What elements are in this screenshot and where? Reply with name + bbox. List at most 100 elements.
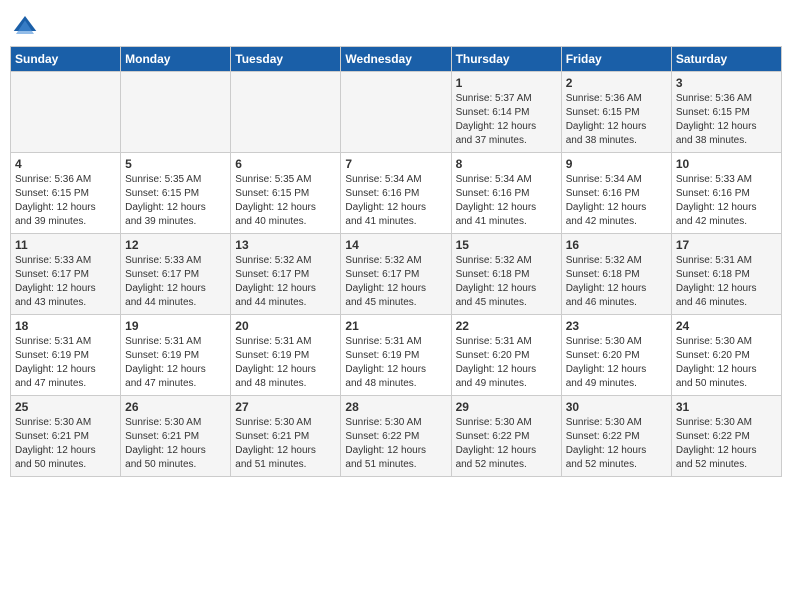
day-number: 30 [566, 400, 667, 414]
page-header [10, 10, 782, 40]
calendar-cell: 8Sunrise: 5:34 AM Sunset: 6:16 PM Daylig… [451, 153, 561, 234]
calendar-cell: 28 Sunrise: 5:30 AM Sunset: 6:22 PM Dayli… [341, 396, 451, 477]
calendar-cell [341, 72, 451, 153]
day-info: Sunrise: 5:30 AM Sunset: 6:22 PM Dayligh… [456, 416, 557, 472]
calendar-cell: 17 Sunrise: 5:31 AM Sunset: 6:18 PM Dayli… [671, 234, 781, 315]
calendar-cell: 9 Sunrise: 5:34 AM Sunset: 6:16 PM Daylig… [561, 153, 671, 234]
calendar-cell: 3 Sunrise: 5:36 AM Sunset: 6:15 PM Daylig… [671, 72, 781, 153]
calendar-cell: 14 Sunrise: 5:32 AM Sunset: 6:17 PM Dayli… [341, 234, 451, 315]
day-number: 5 [125, 157, 226, 171]
day-info: Sunrise: 5:34 AM Sunset: 6:16 PM Dayligh… [345, 173, 446, 229]
day-info: Sunrise: 5:31 AM Sunset: 6:19 PM Dayligh… [235, 335, 336, 391]
day-info: Sunrise: 5:33 AM Sunset: 6:17 PM Dayligh… [15, 254, 116, 310]
calendar-week-row: 11 Sunrise: 5:33 AM Sunset: 6:17 PM Dayli… [11, 234, 782, 315]
day-info: Sunrise: 5:33 AM Sunset: 6:17 PM Dayligh… [125, 254, 226, 310]
calendar-cell [11, 72, 121, 153]
calendar-cell: 16Sunrise: 5:32 AM Sunset: 6:18 PM Dayli… [561, 234, 671, 315]
column-header-thursday: Thursday [451, 47, 561, 72]
calendar-cell [231, 72, 341, 153]
calendar-cell: 26 Sunrise: 5:30 AM Sunset: 6:21 PM Dayli… [121, 396, 231, 477]
column-header-friday: Friday [561, 47, 671, 72]
day-number: 3 [676, 76, 777, 90]
day-info: Sunrise: 5:33 AM Sunset: 6:16 PM Dayligh… [676, 173, 777, 229]
day-number: 4 [15, 157, 116, 171]
day-info: Sunrise: 5:32 AM Sunset: 6:18 PM Dayligh… [456, 254, 557, 310]
day-number: 1 [456, 76, 557, 90]
calendar-cell: 31 Sunrise: 5:30 AM Sunset: 6:22 PM Dayli… [671, 396, 781, 477]
calendar-cell: 27 Sunrise: 5:30 AM Sunset: 6:21 PM Dayli… [231, 396, 341, 477]
day-info: Sunrise: 5:37 AM Sunset: 6:14 PM Dayligh… [456, 92, 557, 148]
calendar-cell: 19Sunrise: 5:31 AM Sunset: 6:19 PM Dayli… [121, 315, 231, 396]
day-info: Sunrise: 5:30 AM Sunset: 6:22 PM Dayligh… [676, 416, 777, 472]
calendar-cell: 5 Sunrise: 5:35 AM Sunset: 6:15 PM Daylig… [121, 153, 231, 234]
day-number: 22 [456, 319, 557, 333]
day-number: 17 [676, 238, 777, 252]
column-header-saturday: Saturday [671, 47, 781, 72]
day-info: Sunrise: 5:31 AM Sunset: 6:19 PM Dayligh… [345, 335, 446, 391]
day-number: 2 [566, 76, 667, 90]
day-info: Sunrise: 5:32 AM Sunset: 6:17 PM Dayligh… [345, 254, 446, 310]
day-number: 26 [125, 400, 226, 414]
calendar-week-row: 25Sunrise: 5:30 AM Sunset: 6:21 PM Dayli… [11, 396, 782, 477]
day-number: 15 [456, 238, 557, 252]
day-info: Sunrise: 5:36 AM Sunset: 6:15 PM Dayligh… [566, 92, 667, 148]
day-number: 21 [345, 319, 446, 333]
calendar-cell: 25Sunrise: 5:30 AM Sunset: 6:21 PM Dayli… [11, 396, 121, 477]
calendar-cell: 10 Sunrise: 5:33 AM Sunset: 6:16 PM Dayli… [671, 153, 781, 234]
day-info: Sunrise: 5:32 AM Sunset: 6:17 PM Dayligh… [235, 254, 336, 310]
day-info: Sunrise: 5:30 AM Sunset: 6:21 PM Dayligh… [15, 416, 116, 472]
calendar-cell: 13 Sunrise: 5:32 AM Sunset: 6:17 PM Dayli… [231, 234, 341, 315]
column-header-sunday: Sunday [11, 47, 121, 72]
day-number: 9 [566, 157, 667, 171]
calendar-cell: 30 Sunrise: 5:30 AM Sunset: 6:22 PM Dayli… [561, 396, 671, 477]
day-number: 14 [345, 238, 446, 252]
day-number: 27 [235, 400, 336, 414]
day-number: 24 [676, 319, 777, 333]
calendar-cell: 29Sunrise: 5:30 AM Sunset: 6:22 PM Dayli… [451, 396, 561, 477]
calendar-cell: 24 Sunrise: 5:30 AM Sunset: 6:20 PM Dayli… [671, 315, 781, 396]
day-number: 11 [15, 238, 116, 252]
day-number: 6 [235, 157, 336, 171]
day-number: 13 [235, 238, 336, 252]
day-info: Sunrise: 5:36 AM Sunset: 6:15 PM Dayligh… [15, 173, 116, 229]
day-info: Sunrise: 5:31 AM Sunset: 6:19 PM Dayligh… [15, 335, 116, 391]
logo [10, 10, 44, 40]
day-number: 7 [345, 157, 446, 171]
column-header-monday: Monday [121, 47, 231, 72]
column-header-tuesday: Tuesday [231, 47, 341, 72]
calendar-cell: 2 Sunrise: 5:36 AM Sunset: 6:15 PM Daylig… [561, 72, 671, 153]
calendar-week-row: 4 Sunrise: 5:36 AM Sunset: 6:15 PM Daylig… [11, 153, 782, 234]
calendar-cell: 11 Sunrise: 5:33 AM Sunset: 6:17 PM Dayli… [11, 234, 121, 315]
day-info: Sunrise: 5:30 AM Sunset: 6:20 PM Dayligh… [676, 335, 777, 391]
day-info: Sunrise: 5:30 AM Sunset: 6:20 PM Dayligh… [566, 335, 667, 391]
calendar-table: SundayMondayTuesdayWednesdayThursdayFrid… [10, 46, 782, 477]
calendar-cell: 6Sunrise: 5:35 AM Sunset: 6:15 PM Daylig… [231, 153, 341, 234]
calendar-cell: 15 Sunrise: 5:32 AM Sunset: 6:18 PM Dayli… [451, 234, 561, 315]
day-info: Sunrise: 5:32 AM Sunset: 6:18 PM Dayligh… [566, 254, 667, 310]
logo-icon [10, 10, 40, 40]
column-header-wednesday: Wednesday [341, 47, 451, 72]
calendar-cell: 1 Sunrise: 5:37 AM Sunset: 6:14 PM Daylig… [451, 72, 561, 153]
day-info: Sunrise: 5:30 AM Sunset: 6:22 PM Dayligh… [345, 416, 446, 472]
day-info: Sunrise: 5:34 AM Sunset: 6:16 PM Dayligh… [456, 173, 557, 229]
day-info: Sunrise: 5:31 AM Sunset: 6:18 PM Dayligh… [676, 254, 777, 310]
day-info: Sunrise: 5:34 AM Sunset: 6:16 PM Dayligh… [566, 173, 667, 229]
calendar-header-row: SundayMondayTuesdayWednesdayThursdayFrid… [11, 47, 782, 72]
day-number: 28 [345, 400, 446, 414]
day-number: 10 [676, 157, 777, 171]
calendar-cell: 18Sunrise: 5:31 AM Sunset: 6:19 PM Dayli… [11, 315, 121, 396]
day-info: Sunrise: 5:30 AM Sunset: 6:21 PM Dayligh… [235, 416, 336, 472]
calendar-cell: 4 Sunrise: 5:36 AM Sunset: 6:15 PM Daylig… [11, 153, 121, 234]
day-info: Sunrise: 5:30 AM Sunset: 6:22 PM Dayligh… [566, 416, 667, 472]
day-number: 20 [235, 319, 336, 333]
day-info: Sunrise: 5:36 AM Sunset: 6:15 PM Dayligh… [676, 92, 777, 148]
calendar-cell: 22Sunrise: 5:31 AM Sunset: 6:20 PM Dayli… [451, 315, 561, 396]
day-info: Sunrise: 5:35 AM Sunset: 6:15 PM Dayligh… [125, 173, 226, 229]
calendar-cell [121, 72, 231, 153]
calendar-cell: 21 Sunrise: 5:31 AM Sunset: 6:19 PM Dayli… [341, 315, 451, 396]
calendar-cell: 7 Sunrise: 5:34 AM Sunset: 6:16 PM Daylig… [341, 153, 451, 234]
day-info: Sunrise: 5:30 AM Sunset: 6:21 PM Dayligh… [125, 416, 226, 472]
day-number: 31 [676, 400, 777, 414]
day-number: 12 [125, 238, 226, 252]
calendar-cell: 20 Sunrise: 5:31 AM Sunset: 6:19 PM Dayli… [231, 315, 341, 396]
